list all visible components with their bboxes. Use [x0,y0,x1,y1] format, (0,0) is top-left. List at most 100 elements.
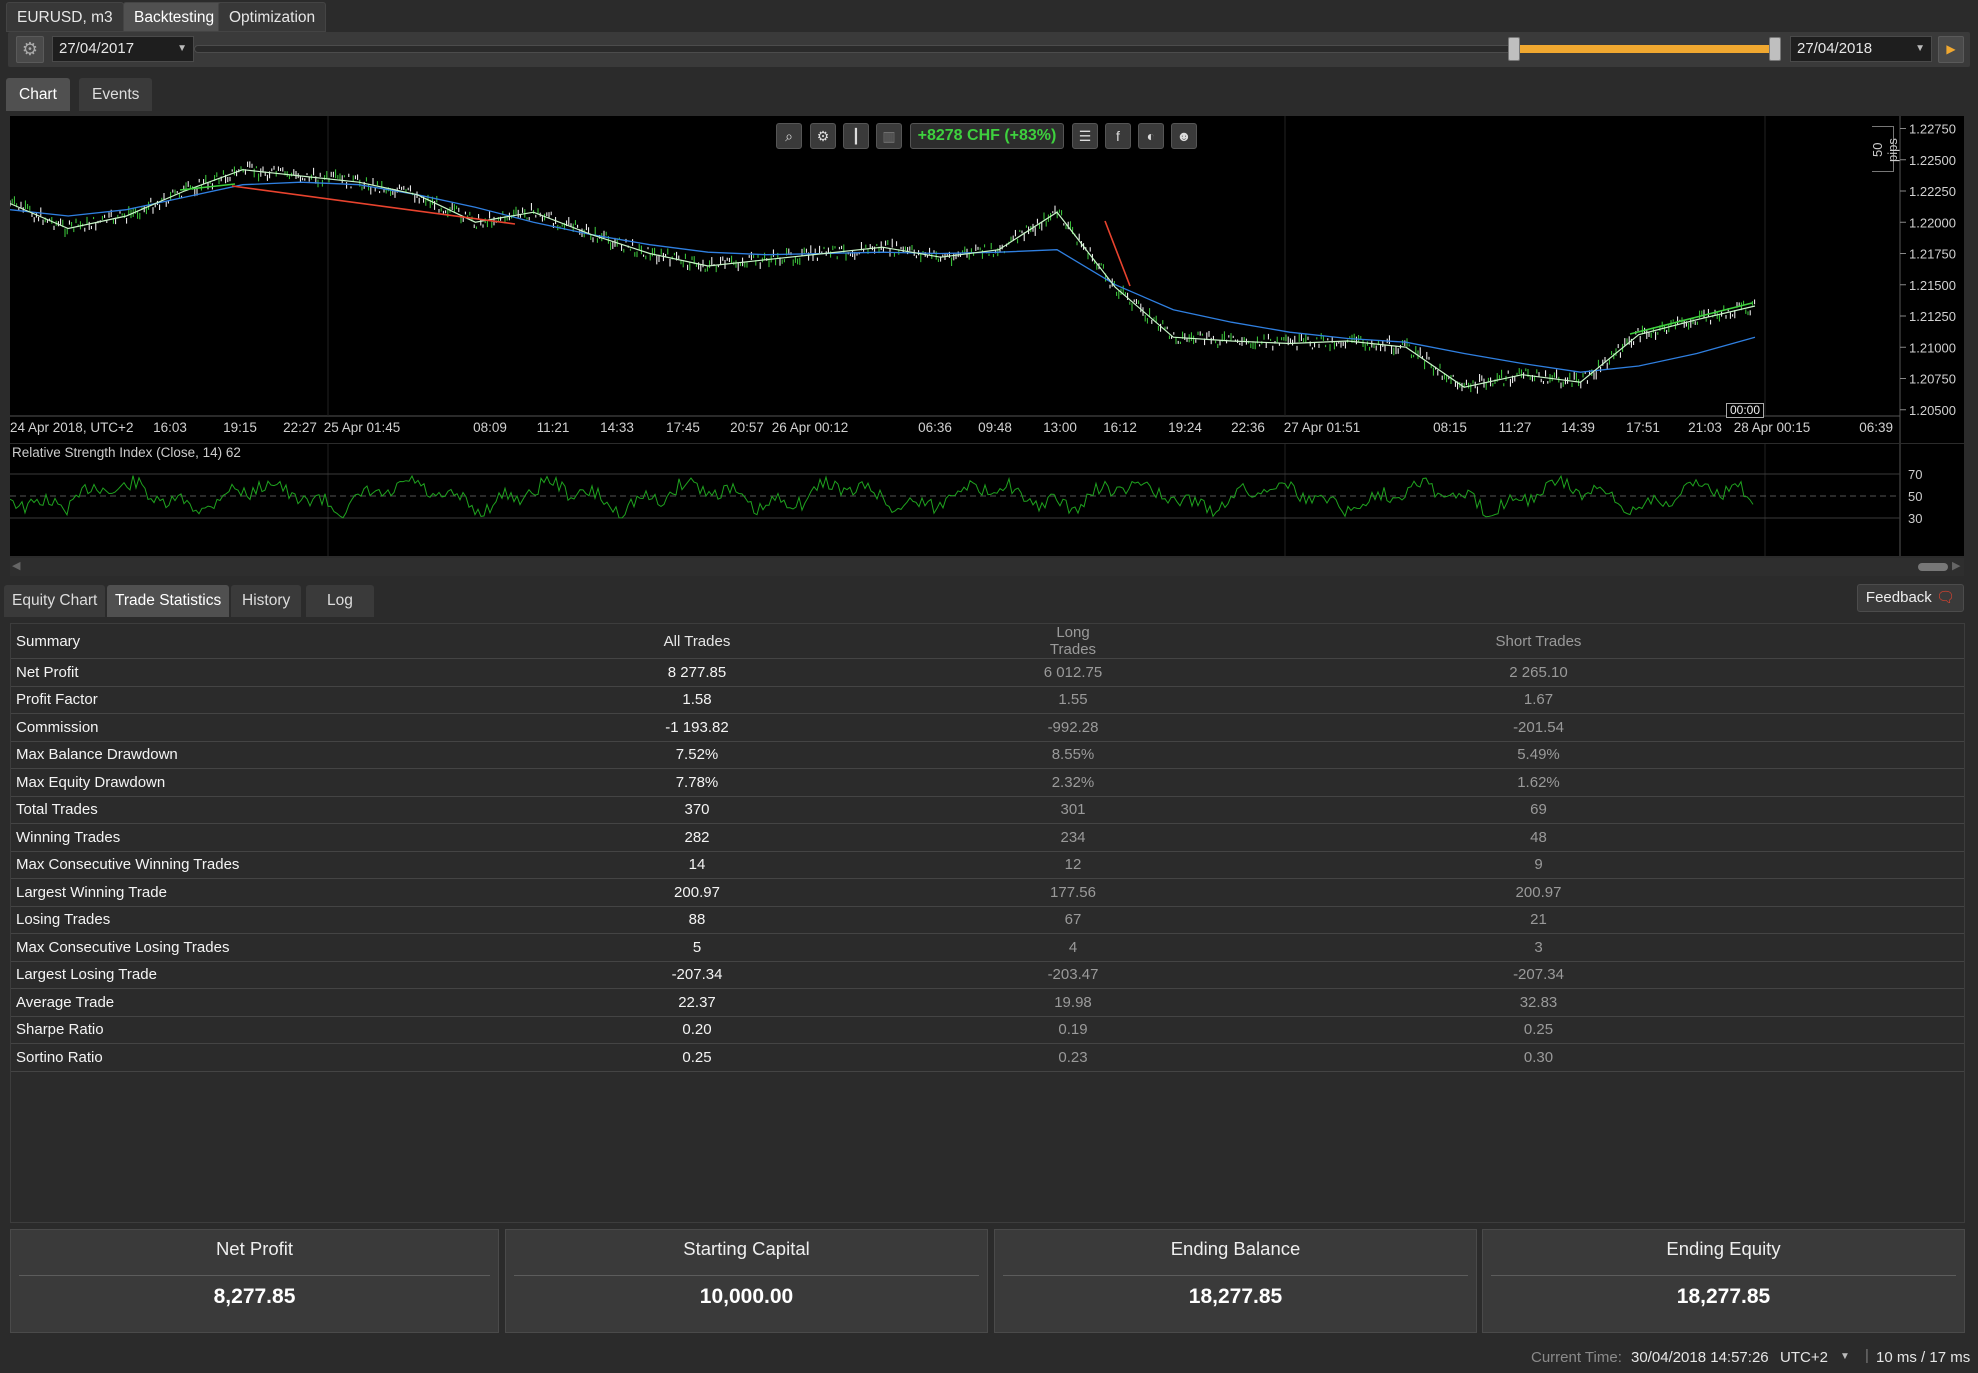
x-tick-label: 21:03 [1688,420,1722,435]
table-row: Losing Trades 88 67 21 [11,906,1964,934]
slider-start-handle[interactable] [1508,37,1520,61]
x-tick-label: 09:48 [978,420,1012,435]
summary-card-ending-equity: Ending Equity 18,277.85 [1482,1229,1965,1333]
x-tick-label: 22:27 [283,420,317,435]
gear-icon[interactable]: ⚙ [16,36,44,63]
stat-value: 370 [361,796,1033,824]
rsi-panel[interactable]: 70 50 30 Relative Strength Index (Close,… [10,444,1964,556]
card-divider [19,1275,490,1276]
tab-events[interactable]: Events [79,78,153,111]
summary-card-ending-balance: Ending Balance 18,277.85 [994,1229,1477,1333]
stat-value: 0.20 [361,1016,1033,1044]
start-date-picker[interactable]: 27/04/2017 ▼ [52,36,194,62]
user-icon[interactable]: ☻ [1171,123,1197,149]
stat-name: Net Profit [11,658,361,687]
feedback-button[interactable]: Feedback 🗨 [1856,584,1964,612]
rsi-line [10,474,1754,519]
stat-name: Sortino Ratio [11,1043,361,1072]
stat-value: 1.62% [1113,768,1964,797]
x-tick-label: 19:24 [1168,420,1202,435]
speech-bubble-icon: 🗨 [1935,589,1955,606]
table-row: Largest Losing Trade -207.34 -203.47 -207.3… [11,961,1964,989]
card-divider [1003,1275,1468,1276]
chart-scrollbar[interactable]: ◀ ▶ [10,558,1964,576]
share-icon[interactable]: ◐ [1138,123,1164,149]
scroll-right-icon[interactable]: ▶ [1952,559,1960,572]
crosshair-time-label: 00:00 [1726,403,1765,418]
column-header[interactable]: All Trades [361,624,1033,659]
chart-settings-icon[interactable]: ⚙ [810,123,836,149]
tab-log[interactable]: Log [306,585,374,617]
stat-value: 0.23 [1033,1043,1113,1072]
x-tick-label: 27 Apr 01:51 [1284,420,1361,435]
scrollbar-thumb[interactable] [1918,563,1948,571]
x-tick-label: 24 Apr 2018, UTC+2 [10,420,133,435]
end-date-picker[interactable]: 27/04/2018 ▼ [1790,36,1932,62]
table-row: Max Consecutive Losing Trades 5 4 3 [11,933,1964,962]
chart-mode-icon[interactable]: ▥ [876,123,902,149]
x-tick-label: 08:15 [1433,420,1467,435]
stat-value: 5 [361,933,1033,962]
tab-chart[interactable]: Chart [6,78,70,111]
facebook-icon[interactable]: f [1105,123,1131,149]
card-value: 18,277.85 [1188,1285,1283,1308]
timezone-select[interactable]: UTC+2 [1780,1349,1828,1366]
stat-name: Total Trades [11,796,361,824]
scroll-left-icon[interactable]: ◀ [12,559,20,572]
play-button[interactable]: ▶ [1938,36,1964,63]
stat-value: 1.55 [1033,686,1113,714]
card-value: 18,277.85 [1676,1285,1771,1308]
stat-value: 67 [1033,906,1113,934]
rsi-level-30: 30 [1908,511,1922,526]
tab-optimization[interactable]: Optimization [218,2,327,32]
column-header[interactable]: Long Trades [1033,624,1113,659]
x-tick-label: 06:36 [918,420,952,435]
y-tick-label: 1.21500 [1909,278,1956,293]
table-row: Max Balance Drawdown 7.52% 8.55% 5.49% [11,741,1964,769]
current-time-value: 30/04/2018 14:57:26 [1631,1349,1769,1366]
table-row: Commission -1 193.82 -992.28 -201.54 [11,713,1964,742]
trade-line-loss [231,185,516,225]
summary-card-net-profit: Net Profit 8,277.85 [10,1229,499,1333]
tab-trade-statistics[interactable]: Trade Statistics [107,585,230,617]
stat-value: 301 [1033,796,1113,824]
stat-name: Sharpe Ratio [11,1016,361,1044]
price-chart[interactable]: 1.22750 1.22500 1.22250 1.22000 1.21750 1.215… [10,116,1964,443]
tab-history[interactable]: History [231,585,302,617]
tab-backtesting[interactable]: Backtesting [123,2,226,32]
x-tick-label: 22:36 [1231,420,1265,435]
tab-symbol[interactable]: EURUSD, m3 [6,2,124,32]
stat-value: 48 [1113,823,1964,852]
stat-name: Max Consecutive Losing Trades [11,933,361,962]
column-header[interactable]: Summary [11,624,361,659]
y-tick-label: 1.22250 [1909,184,1956,199]
chevron-down-icon[interactable]: ▼ [1840,1351,1850,1362]
latency-value: 10 ms / 17 ms [1876,1349,1971,1366]
table-row: Largest Winning Trade 200.97 177.56 200.97 [11,878,1964,907]
y-tick-label: 1.21250 [1909,309,1956,324]
stat-value: 200.97 [1113,878,1964,907]
stat-value: 32.83 [1113,988,1964,1017]
card-value: 8,277.85 [213,1285,296,1308]
stat-value: -201.54 [1113,713,1964,742]
card-label: Starting Capital [683,1238,810,1259]
price-chart-canvas: 1.22750 1.22500 1.22250 1.22000 1.21750 1.215… [10,116,1956,443]
stat-name: Largest Winning Trade [11,878,361,907]
stat-value: 177.56 [1033,878,1113,907]
checklist-icon[interactable]: ☰ [1072,123,1098,149]
x-tick-label: 16:03 [153,420,187,435]
chevron-down-icon: ▼ [177,43,187,54]
tab-equity-chart[interactable]: Equity Chart [4,585,106,617]
stat-value: 88 [361,906,1033,934]
slider-end-handle[interactable] [1769,37,1781,61]
y-tick-label: 1.22750 [1909,122,1956,137]
rsi-label: Relative Strength Index (Close, 14) 62 [12,445,241,460]
status-divider: | [1865,1347,1869,1364]
x-tick-label: 17:51 [1626,420,1660,435]
x-tick-label: 19:15 [223,420,257,435]
x-tick-label: 16:12 [1103,420,1137,435]
zoom-icon[interactable]: ⌕ [776,123,802,149]
candlestick-icon[interactable]: ┃ [843,123,869,149]
date-range-slider-fill [1516,45,1774,53]
column-header[interactable]: Short Trades [1113,624,1964,659]
